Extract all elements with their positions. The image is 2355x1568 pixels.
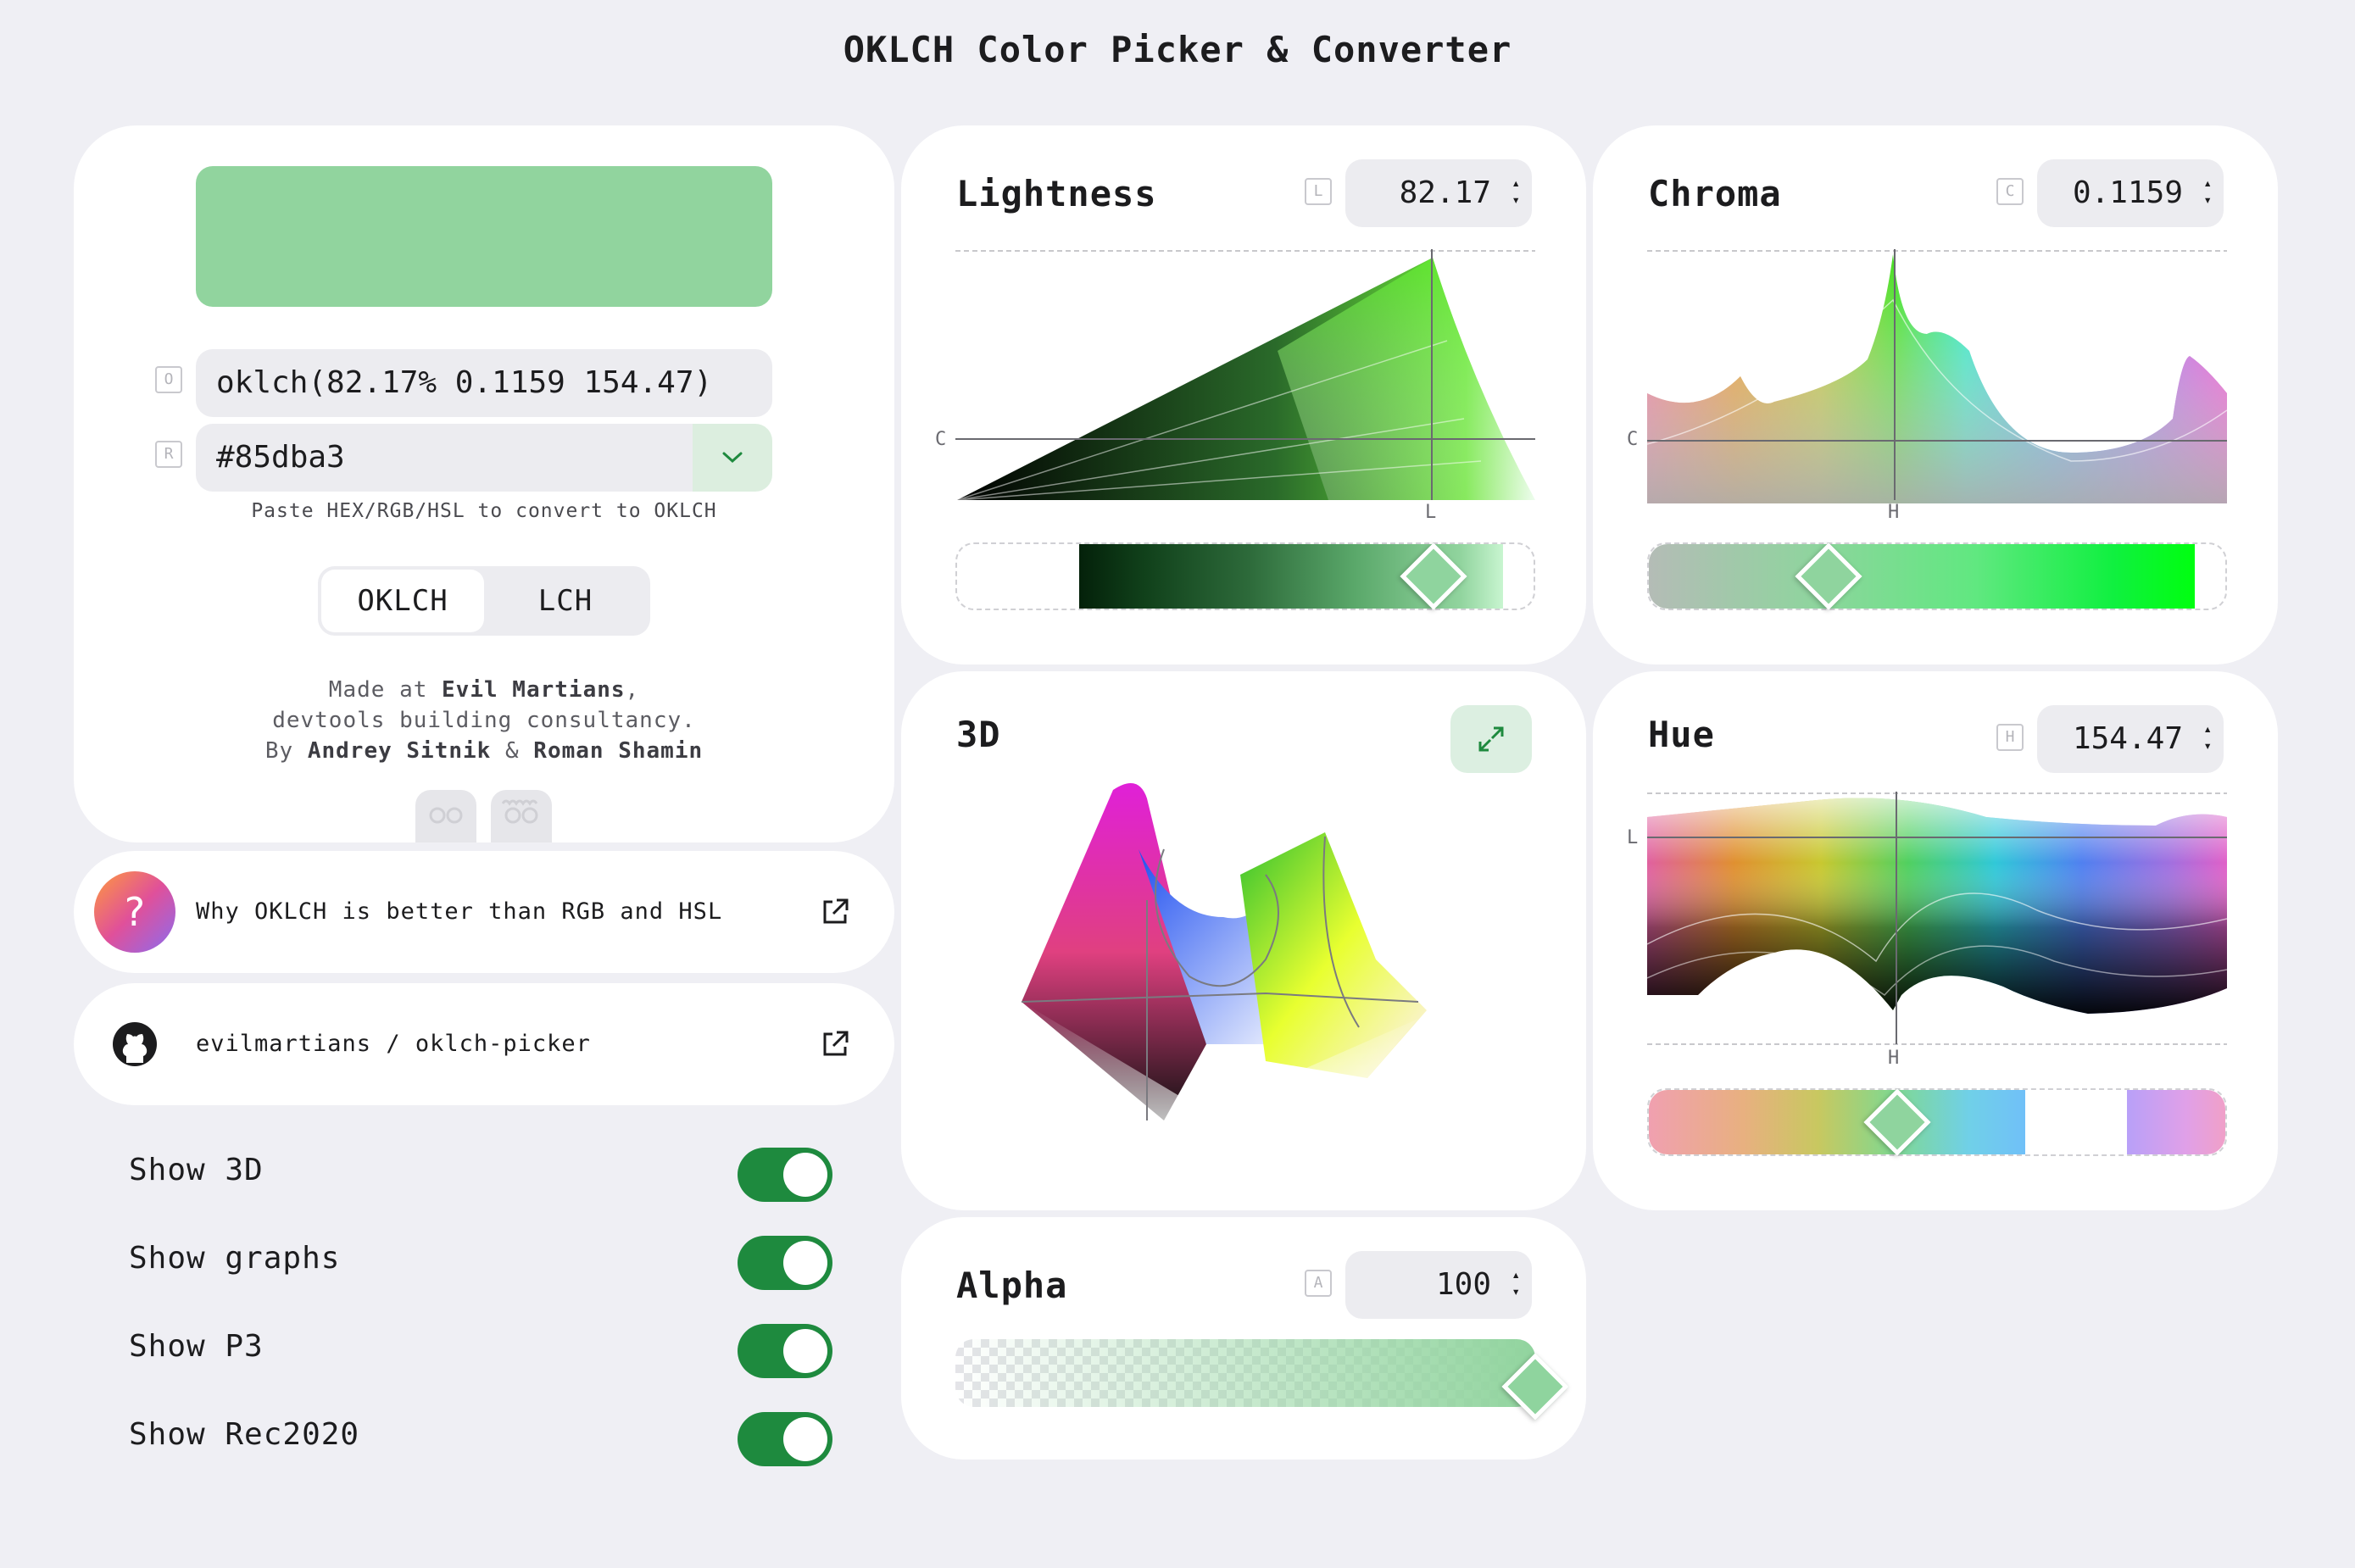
chevron-down-icon	[722, 452, 743, 464]
credit-by: By	[264, 738, 308, 764]
show-rec2020-label: Show Rec2020	[129, 1417, 360, 1452]
lightness-graph-x-label: L	[1425, 502, 1437, 523]
hue-title: Hue	[1648, 714, 1715, 755]
alpha-input[interactable]: 100 ▴ ▾	[1345, 1251, 1532, 1319]
hue-graph-y-label: L	[1627, 827, 1639, 848]
page-title: OKLCH Color Picker & Converter	[843, 29, 1512, 70]
lightness-input[interactable]: 82.17 ▴ ▾	[1345, 159, 1532, 227]
github-repo-link[interactable]: evilmartians / oklch-picker	[74, 983, 894, 1105]
credit-made-at: Made at	[328, 677, 443, 703]
chroma-badge: C	[1996, 178, 2024, 205]
chroma-input[interactable]: 0.1159 ▴ ▾	[2037, 159, 2224, 227]
oklch-format-icon: O	[155, 366, 182, 393]
why-oklch-text: Why OKLCH is better than RGB and HSL	[196, 898, 723, 925]
rgb-format-icon: R	[155, 441, 182, 468]
chroma-value: 0.1159	[2072, 175, 2183, 210]
author-link[interactable]: Andrey Sitnik	[308, 738, 492, 764]
toggle-knob	[783, 1241, 827, 1285]
toggle-knob	[783, 1417, 827, 1461]
question-icon: ?	[94, 871, 175, 953]
view-3d-card: 3D	[901, 671, 1586, 1210]
show-p3-label: Show P3	[129, 1329, 264, 1364]
credit-amp: &	[491, 738, 534, 764]
show-3d-label: Show 3D	[129, 1153, 264, 1187]
stepper-arrows-icon[interactable]: ▴ ▾	[2203, 175, 2212, 209]
hue-value: 154.47	[2072, 721, 2183, 756]
color-preview-card: O oklch(82.17% 0.1159 154.47) R #85dba3 …	[74, 125, 894, 842]
lightness-badge: L	[1305, 178, 1332, 205]
chroma-title: Chroma	[1648, 173, 1782, 214]
lightness-slider[interactable]	[955, 542, 1535, 610]
mode-lch-option[interactable]: LCH	[484, 570, 647, 632]
stepper-arrows-icon[interactable]: ▴ ▾	[1512, 175, 1520, 209]
hue-graph[interactable]	[1647, 792, 2227, 1046]
hue-badge: H	[1996, 724, 2024, 751]
paste-hint: Paste HEX/RGB/HSL to convert to OKLCH	[251, 500, 717, 522]
chroma-slider-gradient	[1649, 544, 2195, 609]
alpha-title: Alpha	[956, 1265, 1068, 1306]
hue-slider-gradient	[1649, 1090, 2025, 1154]
hue-slider[interactable]	[1647, 1088, 2227, 1156]
color-swatch	[196, 166, 772, 307]
alpha-slider-gradient	[955, 1339, 1535, 1407]
mode-oklch-option[interactable]: OKLCH	[321, 570, 484, 632]
chroma-card: Chroma C 0.1159 ▴ ▾ C H	[1593, 125, 2278, 664]
show-graphs-label: Show graphs	[129, 1241, 341, 1276]
credit-tagline: devtools building consultancy.	[272, 708, 696, 733]
github-icon	[94, 1004, 175, 1085]
hue-graph-x-label: H	[1888, 1048, 1900, 1069]
view-3d-title: 3D	[956, 714, 1001, 755]
toggle-knob	[783, 1153, 827, 1197]
why-oklch-link[interactable]: ? Why OKLCH is better than RGB and HSL	[74, 851, 894, 973]
hex-input[interactable]: #85dba3	[196, 424, 693, 492]
alpha-badge: A	[1305, 1270, 1332, 1297]
stepper-arrows-icon[interactable]: ▴ ▾	[2203, 720, 2212, 754]
hue-card: Hue H 154.47 ▴ ▾ L H	[1593, 671, 2278, 1210]
chroma-graph[interactable]	[1647, 249, 2227, 503]
author-link[interactable]: Roman Shamin	[533, 738, 703, 764]
mascot-illustration	[415, 790, 476, 842]
credit-comma: ,	[625, 677, 640, 703]
github-repo-text: evilmartians / oklch-picker	[196, 1031, 591, 1057]
lightness-graph[interactable]	[955, 249, 1535, 503]
format-dropdown-button[interactable]	[693, 424, 772, 492]
alpha-card: Alpha A 100 ▴ ▾	[901, 1217, 1586, 1460]
lightness-card: Lightness L 82.17 ▴ ▾ C L	[901, 125, 1586, 664]
credits: Made at Evil Martians, devtools building…	[74, 675, 894, 766]
color-space-3d-view[interactable]	[1011, 722, 1520, 1197]
mode-switch: OKLCH LCH	[318, 566, 650, 636]
toggle-knob	[783, 1329, 827, 1373]
alpha-value: 100	[1435, 1267, 1491, 1302]
chroma-slider[interactable]	[1647, 542, 2227, 610]
oklch-input[interactable]: oklch(82.17% 0.1159 154.47)	[196, 349, 772, 417]
hue-input[interactable]: 154.47 ▴ ▾	[2037, 705, 2224, 773]
lightness-graph-y-label: C	[935, 429, 947, 450]
alpha-slider[interactable]	[955, 1339, 1569, 1421]
show-graphs-toggle[interactable]	[738, 1236, 832, 1290]
stepper-arrows-icon[interactable]: ▴ ▾	[1512, 1266, 1520, 1300]
external-link-icon	[823, 898, 849, 924]
mascot-illustration	[491, 790, 552, 842]
show-rec2020-toggle[interactable]	[738, 1412, 832, 1466]
chroma-graph-y-label: C	[1627, 429, 1639, 450]
lightness-title: Lightness	[956, 173, 1157, 214]
chroma-graph-x-label: H	[1888, 502, 1900, 523]
show-p3-toggle[interactable]	[738, 1324, 832, 1378]
hue-slider-gradient-end	[2127, 1090, 2225, 1154]
evil-martians-link[interactable]: Evil Martians	[442, 677, 626, 703]
show-3d-toggle[interactable]	[738, 1148, 832, 1202]
external-link-icon	[823, 1031, 849, 1056]
lightness-value: 82.17	[1399, 175, 1491, 210]
